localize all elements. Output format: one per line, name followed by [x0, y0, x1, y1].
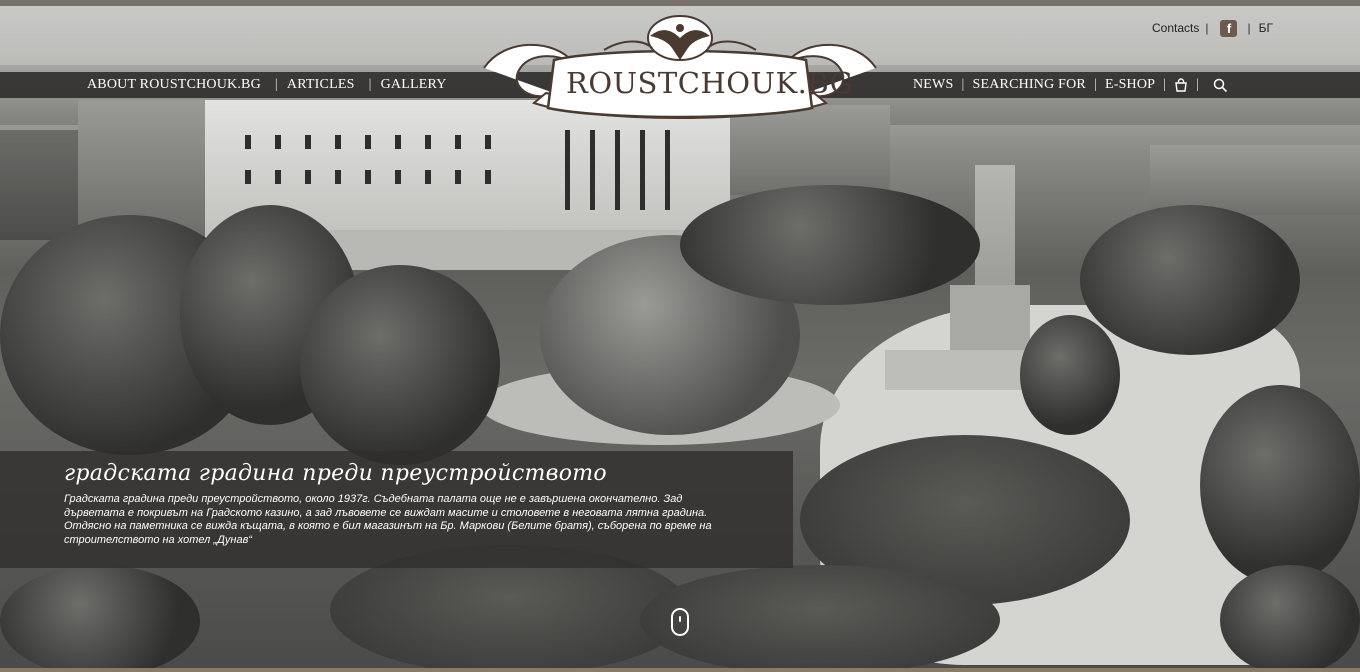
tree: [1080, 205, 1300, 355]
lawn-bottom-right: [640, 565, 1000, 672]
utility-separator: |: [1247, 21, 1251, 35]
monument-steps: [885, 350, 1035, 390]
top-stripe: [0, 0, 1360, 6]
nav-about[interactable]: ABOUT ROUSTCHOUK.BG: [87, 77, 261, 93]
tree: [0, 565, 200, 672]
building-left-2: [78, 100, 218, 230]
nav-gallery[interactable]: GALLERY: [381, 77, 447, 93]
nav-separator: |: [1163, 77, 1167, 92]
caption-title: градската градина преди преустройството: [64, 461, 607, 486]
nav-news[interactable]: NEWS: [913, 77, 953, 93]
site-logo[interactable]: ROUSTCHOUK.BG: [474, 8, 886, 124]
nav-separator: |: [1196, 77, 1200, 92]
logo-text: ROUSTCHOUK.BG: [566, 66, 854, 100]
photo-caption: градската градина преди преустройството …: [0, 451, 793, 568]
caption-text: Градската градина преди преустройството,…: [64, 493, 712, 546]
language-switch[interactable]: БГ: [1259, 21, 1273, 35]
scroll-dot: [679, 616, 681, 622]
nav-separator: |: [274, 77, 278, 92]
tree: [1020, 315, 1120, 435]
facebook-icon[interactable]: f: [1220, 19, 1238, 37]
nav-separator: |: [368, 77, 372, 92]
nav-left-group: ABOUT ROUSTCHOUK.BG | ARTICLES | GALLERY: [87, 72, 447, 98]
bottom-line: [0, 668, 1360, 672]
monument-base: [950, 285, 1030, 355]
scroll-down-indicator[interactable]: [671, 608, 689, 636]
search-icon[interactable]: [1213, 78, 1228, 93]
shopping-bag-icon[interactable]: [1174, 78, 1188, 92]
nav-searching-for[interactable]: SEARCHING FOR: [972, 77, 1085, 93]
nav-separator: |: [961, 77, 965, 92]
nav-eshop[interactable]: E-SHOP: [1105, 77, 1155, 93]
contacts-link[interactable]: Contacts: [1152, 21, 1199, 35]
utility-separator: |: [1205, 21, 1209, 35]
tree: [1220, 565, 1360, 672]
nav-articles[interactable]: ARTICLES: [287, 77, 355, 93]
tree: [680, 185, 980, 305]
nav-right-group: NEWS | SEARCHING FOR | E-SHOP | |: [913, 72, 1228, 98]
utility-links: Contacts | f | БГ: [1152, 19, 1273, 37]
tree: [1200, 385, 1360, 585]
nav-separator: |: [1093, 77, 1097, 92]
tree: [300, 265, 500, 465]
